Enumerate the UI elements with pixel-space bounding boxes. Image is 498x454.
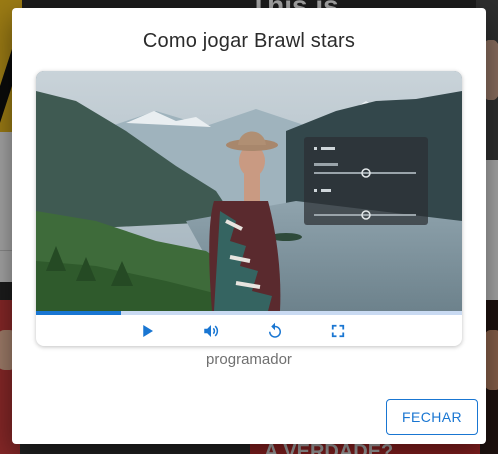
- play-button[interactable]: [135, 319, 159, 343]
- replay-icon: [269, 322, 281, 338]
- video-caption: programador: [206, 351, 292, 368]
- play-icon: [143, 325, 153, 337]
- player-controls: [36, 317, 462, 345]
- close-button[interactable]: FECHAR: [386, 399, 478, 435]
- volume-button[interactable]: [199, 319, 223, 343]
- progress-bar[interactable]: [36, 311, 462, 315]
- progress-fill: [36, 311, 122, 315]
- replay-button[interactable]: [263, 319, 287, 343]
- volume-icon: [204, 325, 219, 337]
- fullscreen-icon: [331, 324, 345, 338]
- fullscreen-button[interactable]: [326, 319, 350, 343]
- video-frame[interactable]: [36, 71, 462, 311]
- video-dialog: Como jogar Brawl stars programador FECHA…: [12, 8, 486, 444]
- dialog-title: Como jogar Brawl stars: [142, 30, 356, 52]
- video-scene: [36, 71, 462, 311]
- video-player: [36, 71, 462, 346]
